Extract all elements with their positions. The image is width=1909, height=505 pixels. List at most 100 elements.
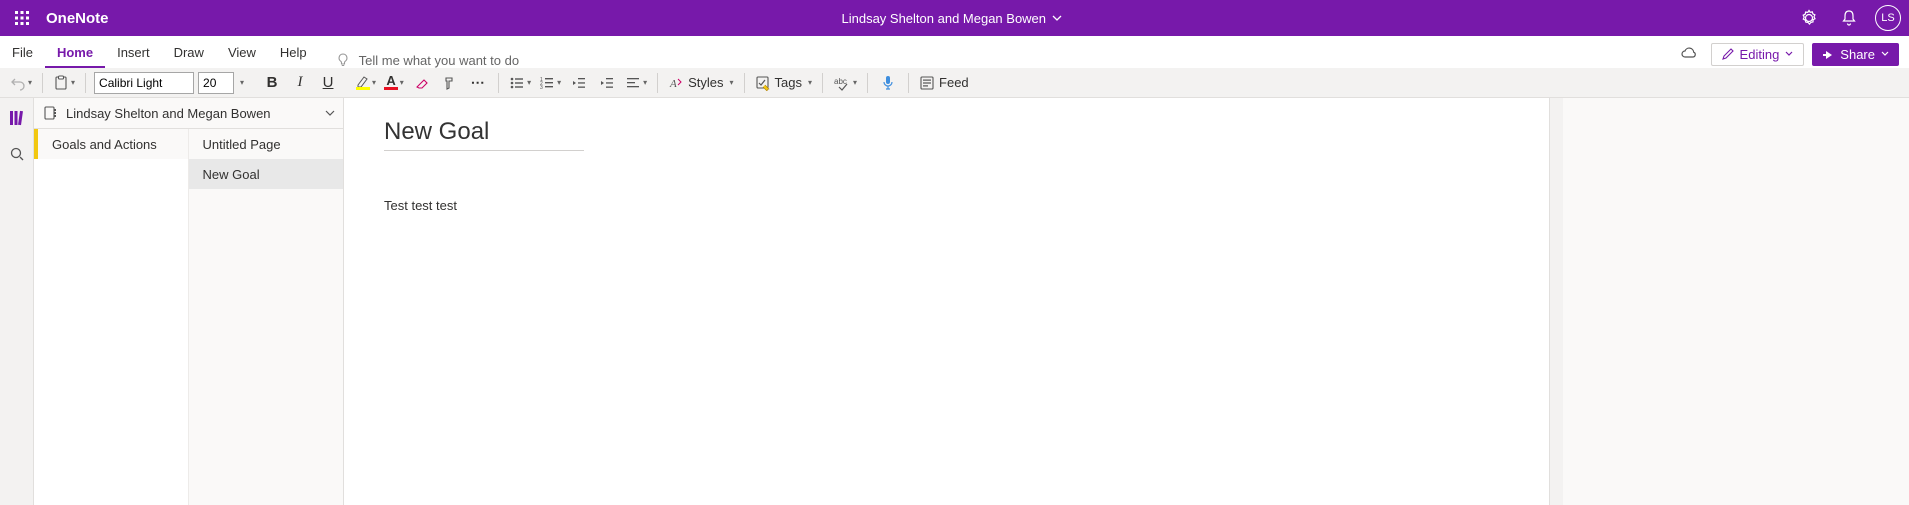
undo-button[interactable]: ▾ xyxy=(8,71,34,95)
microphone-icon xyxy=(881,75,895,91)
chevron-down-icon xyxy=(1052,13,1062,23)
page-item[interactable]: New Goal xyxy=(189,159,344,189)
share-button[interactable]: Share xyxy=(1812,43,1899,66)
clear-formatting-button[interactable] xyxy=(410,71,434,95)
separator xyxy=(908,73,909,93)
highlight-button[interactable]: ▾ xyxy=(354,71,378,95)
tell-me-placeholder: Tell me what you want to do xyxy=(359,53,519,68)
right-gutter xyxy=(1563,98,1909,505)
notifications-button[interactable] xyxy=(1835,4,1863,32)
cloud-sync-icon xyxy=(1680,45,1698,63)
tab-help[interactable]: Help xyxy=(268,39,319,68)
page-list: Untitled Page New Goal xyxy=(188,129,344,505)
align-button[interactable]: ▾ xyxy=(623,71,649,95)
styles-button[interactable]: A Styles ▾ xyxy=(666,71,735,95)
bell-icon xyxy=(1840,9,1858,27)
font-color-icon: A xyxy=(384,75,397,90)
editing-mode-button[interactable]: Editing xyxy=(1711,43,1805,66)
nav-rail xyxy=(0,98,34,505)
bold-button[interactable]: B xyxy=(260,71,284,95)
numbering-icon: 1 2 3 xyxy=(539,75,555,91)
notebook-icon xyxy=(42,105,58,121)
feed-button[interactable]: Feed xyxy=(917,71,973,95)
numbering-button[interactable]: 1 2 3 ▾ xyxy=(537,71,563,95)
page-item[interactable]: Untitled Page xyxy=(189,129,344,159)
paste-button[interactable]: ▾ xyxy=(51,71,77,95)
notebook-name: Lindsay Shelton and Megan Bowen xyxy=(66,106,317,121)
section-item[interactable]: Goals and Actions xyxy=(34,129,188,159)
section-page-row: Goals and Actions Untitled Page New Goal xyxy=(34,129,343,505)
chevron-down-icon xyxy=(1881,50,1889,58)
tab-view[interactable]: View xyxy=(216,39,268,68)
more-formatting-button[interactable]: ⋯ xyxy=(466,71,490,95)
outdent-button[interactable] xyxy=(567,71,591,95)
section-list: Goals and Actions xyxy=(34,129,188,505)
chevron-down-icon: ▾ xyxy=(643,78,647,87)
section-label: Goals and Actions xyxy=(52,137,157,152)
notebook-selector[interactable]: Lindsay Shelton and Megan Bowen xyxy=(34,98,343,129)
chevron-down-icon: ▾ xyxy=(808,78,812,87)
page-title[interactable]: New Goal xyxy=(384,118,584,151)
ribbon-tabs: File Home Insert Draw View Help Tell me … xyxy=(0,36,1909,68)
tab-file[interactable]: File xyxy=(0,39,45,68)
page-label: New Goal xyxy=(203,167,260,182)
chevron-down-icon: ▾ xyxy=(730,78,734,87)
spellcheck-button[interactable]: abc ▾ xyxy=(831,71,859,95)
tab-home[interactable]: Home xyxy=(45,39,105,68)
tags-icon xyxy=(755,75,771,91)
indent-icon xyxy=(599,75,615,91)
styles-label: Styles xyxy=(686,75,725,90)
chevron-down-icon: ▾ xyxy=(71,78,75,87)
tab-insert[interactable]: Insert xyxy=(105,39,162,68)
italic-button[interactable]: I xyxy=(288,71,312,95)
feed-label: Feed xyxy=(937,75,971,90)
bullets-button[interactable]: ▾ xyxy=(507,71,533,95)
search-button[interactable] xyxy=(4,140,30,168)
separator xyxy=(42,73,43,93)
vertical-scrollbar[interactable] xyxy=(1549,98,1563,505)
page-canvas[interactable]: New Goal Test test test xyxy=(344,98,1549,505)
separator xyxy=(822,73,823,93)
notebooks-button[interactable] xyxy=(4,104,30,132)
bold-icon: B xyxy=(267,74,278,91)
font-size-input[interactable] xyxy=(198,72,234,94)
tab-draw[interactable]: Draw xyxy=(162,39,216,68)
share-icon xyxy=(1822,48,1834,60)
app-launcher-button[interactable] xyxy=(8,4,36,32)
separator xyxy=(85,73,86,93)
chevron-down-icon: ▾ xyxy=(557,78,561,87)
highlight-icon xyxy=(356,75,370,90)
tags-button[interactable]: Tags ▾ xyxy=(753,71,814,95)
dictate-button[interactable] xyxy=(876,71,900,95)
separator xyxy=(657,73,658,93)
settings-button[interactable] xyxy=(1795,4,1823,32)
separator xyxy=(744,73,745,93)
header-right: LS xyxy=(1795,4,1901,32)
undo-icon xyxy=(10,75,26,91)
font-color-button[interactable]: A ▾ xyxy=(382,71,406,95)
notebook-title-dropdown[interactable]: Lindsay Shelton and Megan Bowen xyxy=(109,11,1795,26)
feed-icon xyxy=(919,75,935,91)
home-toolbar: ▾ ▾ ▾ B I U ▾ A ▾ ⋯ ▾ xyxy=(0,68,1909,98)
font-name-input[interactable] xyxy=(94,72,194,94)
underline-button[interactable]: U xyxy=(316,71,340,95)
navigation-pane: Lindsay Shelton and Megan Bowen Goals an… xyxy=(34,98,344,505)
format-painter-button[interactable] xyxy=(438,71,462,95)
chevron-down-icon[interactable]: ▾ xyxy=(240,78,244,87)
indent-button[interactable] xyxy=(595,71,619,95)
share-label: Share xyxy=(1840,47,1875,62)
search-icon xyxy=(9,146,25,162)
page-body[interactable]: Test test test xyxy=(384,198,457,213)
notebook-title: Lindsay Shelton and Megan Bowen xyxy=(841,11,1046,26)
sync-status-button[interactable] xyxy=(1675,40,1703,68)
editing-label: Editing xyxy=(1740,47,1780,62)
waffle-icon xyxy=(14,10,30,26)
chevron-down-icon: ▾ xyxy=(527,78,531,87)
avatar[interactable]: LS xyxy=(1875,5,1901,31)
tell-me-search[interactable]: Tell me what you want to do xyxy=(335,52,519,68)
svg-text:A: A xyxy=(669,78,677,90)
chevron-down-icon: ▾ xyxy=(372,78,376,87)
underline-icon: U xyxy=(323,74,334,91)
notebooks-icon xyxy=(8,109,26,127)
ribbon-right: Editing Share xyxy=(1675,40,1909,68)
